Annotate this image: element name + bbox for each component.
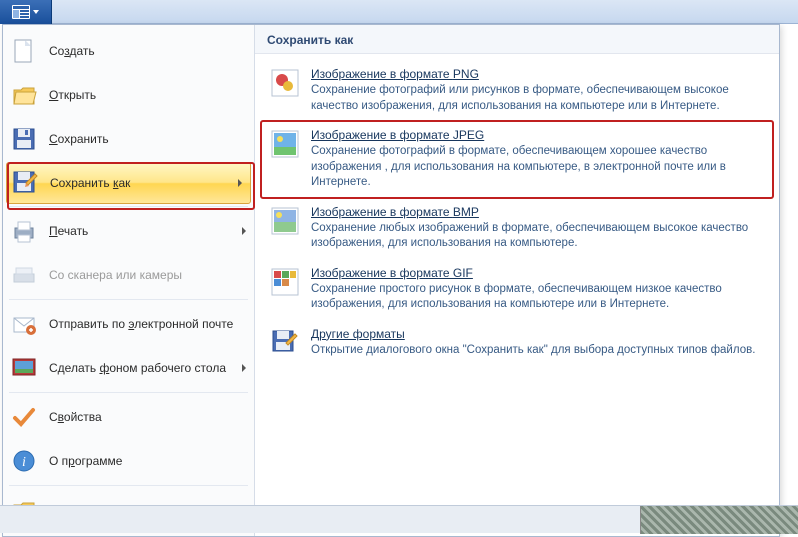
menu-item-new[interactable]: Создать (3, 29, 254, 73)
format-desc: Сохранение простого рисунок в формате, о… (311, 282, 765, 313)
menu-separator (9, 392, 248, 393)
format-list: Изображение в формате PNG Сохранение фот… (255, 54, 779, 372)
menu-item-label: Со сканера или камеры (49, 268, 182, 282)
submenu-title: Сохранить как (255, 25, 779, 54)
menu-item-label: Открыть (49, 88, 96, 102)
print-icon (9, 216, 39, 246)
canvas-preview (640, 506, 798, 534)
chevron-down-icon (33, 10, 39, 14)
gif-icon (269, 266, 301, 298)
format-item-bmp[interactable]: Изображение в формате BMP Сохранение люб… (261, 198, 773, 259)
format-title: Изображение в формате PNG (311, 67, 765, 81)
app-menu-dropdown: Создать Открыть Сохранить Сохранить как (2, 24, 780, 537)
chevron-right-icon (242, 364, 246, 372)
menu-item-email[interactable]: Отправить по электронной почте (3, 302, 254, 346)
format-item-other[interactable]: Другие форматы Открытие диалогового окна… (261, 320, 773, 366)
format-item-gif[interactable]: Изображение в формате GIF Сохранение про… (261, 259, 773, 320)
app-menu-left: Создать Открыть Сохранить Сохранить как (3, 25, 255, 536)
menu-item-about[interactable]: i О программе (3, 439, 254, 483)
menu-item-label: Печать (49, 224, 88, 238)
status-bar (0, 505, 798, 533)
ribbon-bar (0, 0, 798, 24)
folder-open-icon (9, 80, 39, 110)
chevron-right-icon (238, 179, 242, 187)
menu-item-open[interactable]: Открыть (3, 73, 254, 117)
menu-separator (9, 485, 248, 486)
menu-item-print[interactable]: Печать (3, 209, 254, 253)
svg-text:i: i (22, 455, 26, 470)
format-title: Другие форматы (311, 327, 765, 341)
app-icon (12, 5, 30, 19)
chevron-right-icon (242, 227, 246, 235)
format-desc: Сохранение фотографий в формате, обеспеч… (311, 144, 765, 191)
format-title: Изображение в формате GIF (311, 266, 765, 280)
png-icon (269, 67, 301, 99)
menu-item-label: Сохранить как (50, 176, 130, 190)
menu-item-save[interactable]: Сохранить (3, 117, 254, 161)
jpeg-icon (269, 128, 301, 160)
format-title: Изображение в формате JPEG (311, 128, 765, 142)
format-item-png[interactable]: Изображение в формате PNG Сохранение фот… (261, 60, 773, 121)
save-icon (9, 124, 39, 154)
menu-item-label: Свойства (49, 410, 102, 424)
bmp-icon (269, 205, 301, 237)
menu-item-label: Создать (49, 44, 95, 58)
menu-item-save-as[interactable]: Сохранить как (6, 162, 251, 204)
format-item-jpeg[interactable]: Изображение в формате JPEG Сохранение фо… (261, 121, 773, 198)
menu-item-label: Отправить по электронной почте (49, 317, 233, 331)
checkmark-icon (9, 402, 39, 432)
info-icon: i (9, 446, 39, 476)
menu-item-label: Сделать фоном рабочего стола (49, 361, 226, 375)
menu-item-label: О программе (49, 454, 122, 468)
menu-separator (9, 206, 248, 207)
menu-item-properties[interactable]: Свойства (3, 395, 254, 439)
menu-separator (9, 299, 248, 300)
save-as-icon (10, 168, 40, 198)
other-formats-icon (269, 327, 301, 359)
menu-item-scanner: Со сканера или камеры (3, 253, 254, 297)
save-as-submenu: Сохранить как Изображение в формате PNG … (255, 25, 779, 536)
app-menu-button[interactable] (0, 0, 52, 24)
email-icon (9, 309, 39, 339)
format-desc: Открытие диалогового окна "Сохранить как… (311, 343, 765, 359)
wallpaper-icon (9, 353, 39, 383)
format-title: Изображение в формате BMP (311, 205, 765, 219)
format-desc: Сохранение любых изображений в формате, … (311, 221, 765, 252)
scanner-icon (9, 260, 39, 290)
new-file-icon (9, 36, 39, 66)
menu-item-label: Сохранить (49, 132, 109, 146)
menu-item-set-wallpaper[interactable]: Сделать фоном рабочего стола (3, 346, 254, 390)
format-desc: Сохранение фотографий или рисунков в фор… (311, 83, 765, 114)
